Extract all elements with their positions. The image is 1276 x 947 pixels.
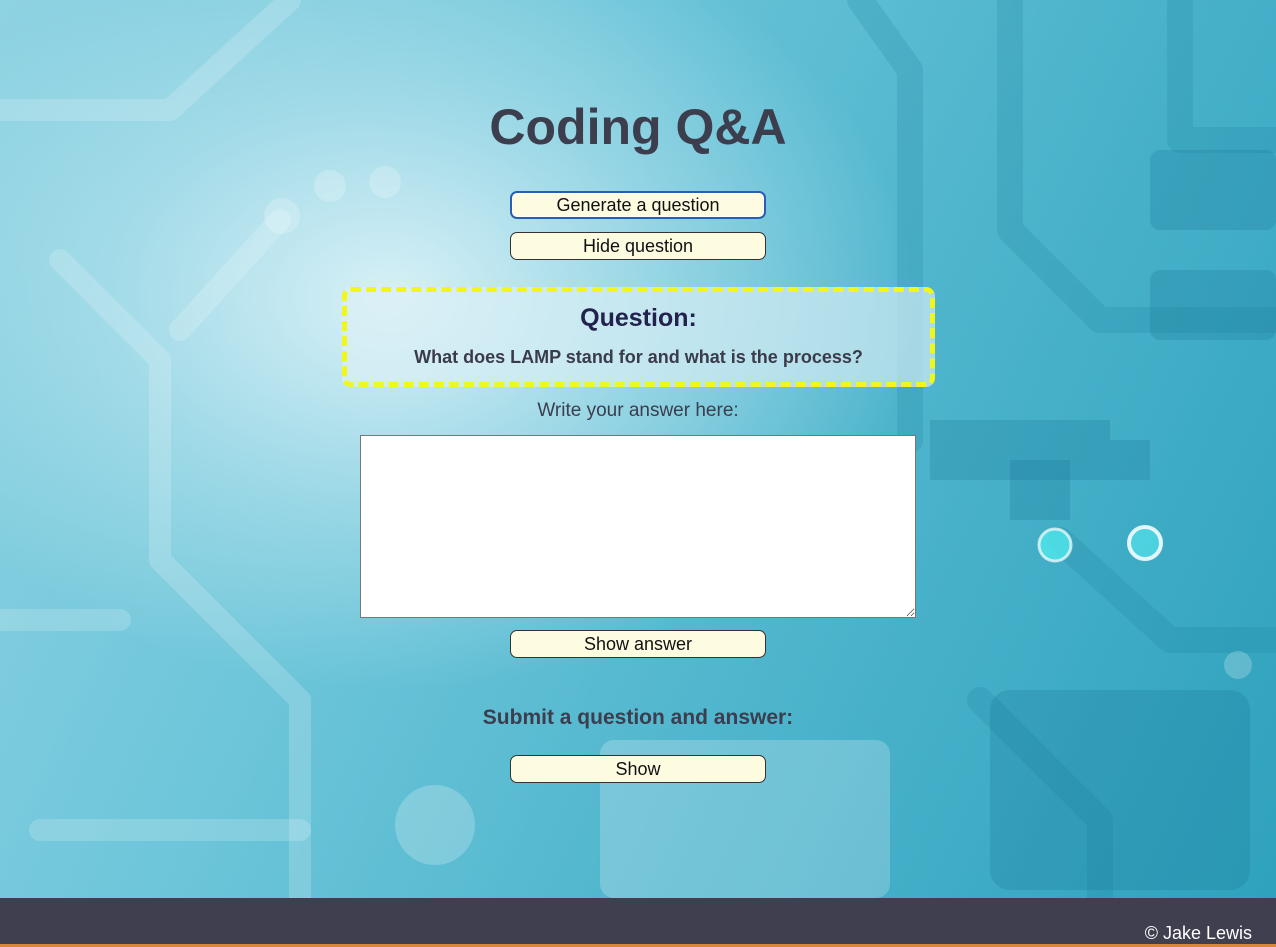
footer: © Jake Lewis bbox=[0, 898, 1276, 947]
hide-question-button[interactable]: Hide question bbox=[510, 232, 766, 260]
generate-question-button[interactable]: Generate a question bbox=[510, 191, 766, 219]
question-text: What does LAMP stand for and what is the… bbox=[414, 347, 863, 367]
submit-heading: Submit a question and answer: bbox=[482, 706, 794, 729]
main-content: Coding Q&A Generate a question Hide ques… bbox=[0, 0, 1276, 898]
show-answer-button[interactable]: Show answer bbox=[510, 630, 766, 658]
copyright-text: © Jake Lewis bbox=[1144, 923, 1252, 943]
question-heading: Question: bbox=[580, 304, 697, 332]
answer-label: Write your answer here: bbox=[537, 400, 739, 421]
page-title: Coding Q&A bbox=[489, 99, 787, 155]
question-box: Question: What does LAMP stand for and w… bbox=[342, 287, 935, 387]
show-submit-form-button[interactable]: Show bbox=[510, 755, 766, 783]
answer-textarea[interactable] bbox=[360, 435, 916, 618]
